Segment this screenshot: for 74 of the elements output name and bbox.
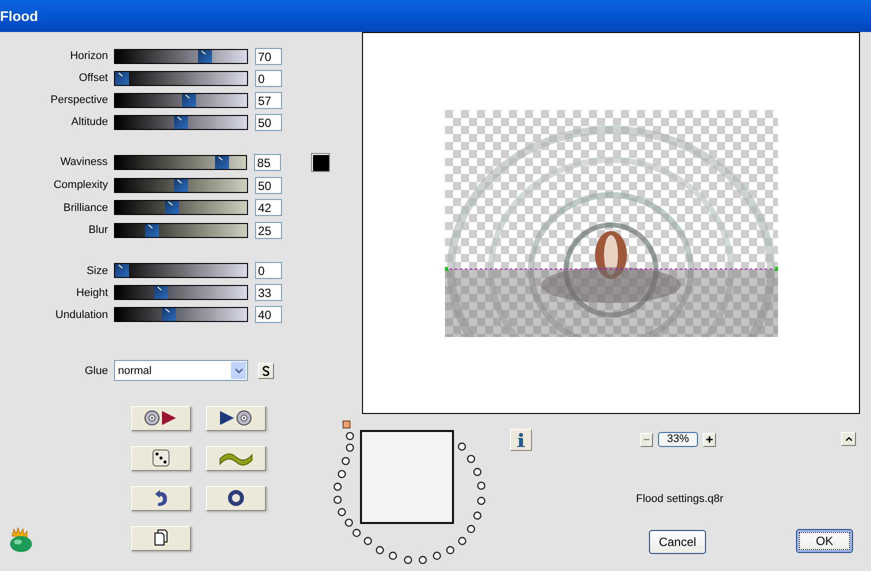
color-swatch[interactable]: [311, 152, 330, 172]
zoom-out-button[interactable]: [640, 432, 653, 446]
info-button[interactable]: [510, 429, 532, 451]
slider-track[interactable]: [114, 70, 248, 86]
slider-track[interactable]: [114, 48, 248, 64]
preset-filename: Flood settings.q8r: [636, 492, 724, 506]
dice-button[interactable]: [131, 446, 191, 471]
arrow-cd-button[interactable]: [206, 406, 266, 431]
value-field[interactable]: 25: [255, 222, 282, 239]
undo-button[interactable]: [131, 486, 191, 511]
slider-track[interactable]: [114, 154, 248, 170]
slider-label: Height: [75, 286, 108, 299]
slider-label: Horizon: [69, 50, 108, 62]
slider-label: Complexity: [52, 179, 108, 192]
slider-track[interactable]: [114, 178, 248, 193]
copy-button[interactable]: [131, 526, 191, 551]
ok-button[interactable]: OK: [796, 529, 853, 553]
slider-thumb[interactable]: [164, 201, 179, 214]
value-field[interactable]: 33: [255, 284, 282, 302]
value-field[interactable]: 50: [255, 114, 282, 130]
wave-button[interactable]: [206, 446, 266, 471]
chevron-up-icon: [844, 434, 854, 444]
value-field[interactable]: 85: [254, 154, 282, 171]
zoom-in-button[interactable]: [703, 432, 716, 446]
slider-thumb[interactable]: [154, 286, 168, 300]
slider-track[interactable]: [114, 222, 248, 238]
dice-icon: [152, 449, 170, 468]
slider-thumb[interactable]: [162, 308, 176, 322]
undo-icon: [153, 489, 169, 508]
copy-icon: [153, 529, 169, 548]
arrow-cd-icon: [219, 410, 253, 426]
slider-thumb[interactable]: [198, 50, 212, 62]
slider-track[interactable]: [114, 114, 248, 130]
info-icon: [516, 432, 526, 448]
collapse-button[interactable]: [841, 432, 856, 446]
value-field[interactable]: 70: [255, 48, 282, 64]
slider-thumb[interactable]: [182, 94, 196, 106]
s-curve-button[interactable]: [258, 362, 274, 379]
slider-thumb[interactable]: [144, 224, 158, 237]
slider-label: Altitude: [70, 116, 108, 128]
value-field[interactable]: 0: [255, 70, 282, 86]
value-field[interactable]: 57: [255, 92, 282, 108]
slider-label: Offset: [78, 72, 108, 84]
slider-label: Blur: [87, 224, 108, 236]
zoom-field[interactable]: 33%: [658, 432, 698, 447]
ring-icon: [227, 489, 245, 508]
slider-thumb[interactable]: [174, 178, 188, 192]
slider-thumb[interactable]: [214, 156, 229, 169]
slider-thumb[interactable]: [115, 72, 129, 84]
plus-icon: [705, 435, 714, 444]
cd-arrow-icon: [144, 410, 178, 426]
value-field[interactable]: 42: [255, 199, 282, 216]
slider-thumb[interactable]: [115, 264, 129, 278]
slider-track[interactable]: [114, 200, 248, 216]
glue-dropdown[interactable]: normal: [114, 360, 248, 382]
value-field[interactable]: 50: [255, 176, 282, 194]
value-field[interactable]: 40: [255, 306, 282, 324]
slider-thumb[interactable]: [174, 116, 188, 128]
cd-arrow-button[interactable]: [131, 406, 191, 431]
glue-label: Glue: [84, 364, 108, 377]
slider-label: Waviness: [59, 156, 108, 168]
slider-track[interactable]: [114, 307, 248, 322]
window-title: Flood: [0, 8, 38, 24]
slider-label: Undulation: [54, 308, 108, 321]
cancel-button[interactable]: Cancel: [649, 530, 706, 554]
value-field[interactable]: 0: [255, 262, 282, 280]
ring-button[interactable]: [206, 486, 266, 511]
slider-track[interactable]: [114, 263, 248, 278]
slider-label: Perspective: [50, 94, 108, 106]
slider-track[interactable]: [114, 92, 248, 108]
slider-label: Brilliance: [62, 202, 108, 214]
slider-track[interactable]: [114, 285, 248, 300]
slider-label: Size: [86, 264, 108, 277]
s-curve-icon: [262, 366, 270, 376]
